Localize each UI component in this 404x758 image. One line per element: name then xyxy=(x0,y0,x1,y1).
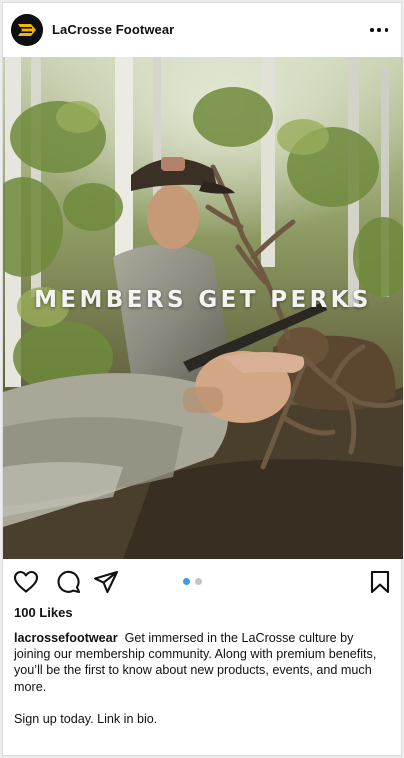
carousel-indicator xyxy=(183,578,202,585)
more-options-icon[interactable] xyxy=(367,20,391,40)
caption-username[interactable]: lacrossefootwear xyxy=(14,631,118,645)
avatar[interactable] xyxy=(11,14,43,46)
more-dot xyxy=(377,28,381,32)
carousel-dot-active xyxy=(183,578,190,585)
caption-followup: Sign up today. Link in bio. xyxy=(14,711,158,726)
image-overlay-text: MEMBERS GET PERKS xyxy=(34,287,372,313)
comment-icon[interactable] xyxy=(56,570,82,594)
post-caption: lacrossefootwear Get immersed in the LaC… xyxy=(14,630,392,727)
more-dot xyxy=(384,28,388,32)
like-icon[interactable] xyxy=(13,570,39,594)
share-icon[interactable] xyxy=(93,570,119,594)
more-dot xyxy=(370,28,374,32)
likes-count[interactable]: 100 Likes xyxy=(14,605,73,620)
post-actions-bar xyxy=(3,559,403,603)
caption-paragraph: lacrossefootwear Get immersed in the LaC… xyxy=(14,630,392,695)
instagram-post-card: LaCrosse Footwear MEMBERS GET PERKS 100 … xyxy=(2,2,403,756)
carousel-dot xyxy=(195,578,202,585)
post-image[interactable]: MEMBERS GET PERKS xyxy=(3,57,403,559)
save-icon[interactable] xyxy=(367,570,393,594)
post-header: LaCrosse Footwear xyxy=(3,3,403,57)
lacrosse-logo-icon xyxy=(11,14,43,46)
account-name[interactable]: LaCrosse Footwear xyxy=(52,22,174,37)
